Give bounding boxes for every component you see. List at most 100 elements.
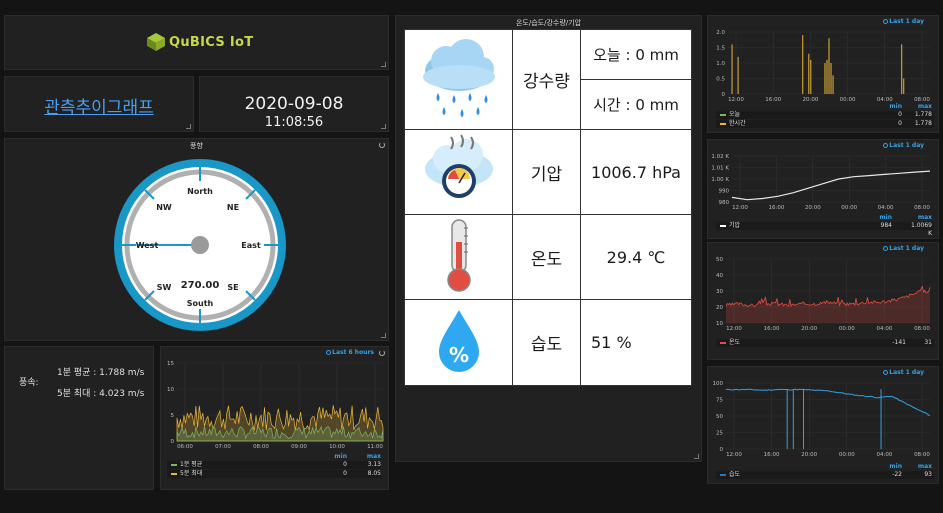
clock-icon: [883, 143, 889, 148]
x-tick-label: 08:00: [914, 205, 930, 211]
rain-chart-svg: 00.51.01.52.012:00 16:00 20:00 00:00 04:00 08…: [716, 30, 930, 103]
legend-item[interactable]: 한시간 0 1.778: [716, 120, 934, 128]
y-tick-label: 990: [719, 189, 730, 195]
datetime-panel: 2020-09-08 11:08:56: [199, 76, 389, 132]
x-tick-label: 16:00: [764, 452, 780, 458]
logo-panel: QuBICS IoT: [4, 15, 389, 70]
x-tick-label: 07:00: [215, 444, 231, 450]
wind-speed-label: 풍속:: [19, 378, 39, 388]
x-tick-label: 12:00: [726, 452, 742, 458]
clock-icon: [883, 246, 889, 251]
trend-graph-link[interactable]: 관측추이그래프: [5, 93, 193, 118]
rain-icon-cell: [404, 29, 513, 130]
rain-label: 강수량: [512, 29, 581, 130]
legend-item[interactable]: 온도 -141 31: [716, 339, 934, 347]
x-tick-label: 20:00: [805, 205, 821, 211]
rain-chart-legend: min max 오늘 0 1.778 한시간 0 1.778: [716, 103, 934, 129]
y-tick-label: 10: [716, 321, 723, 327]
refresh-icon[interactable]: [379, 350, 385, 356]
compass-value: 270.00: [181, 280, 220, 291]
wind-max-5min: 5분 최대 : 4.023 m/s: [57, 389, 145, 399]
humidity-chart-panel: Last 1 day 0 25 50 75 100 12:00 16:00 20:00 00:0…: [707, 366, 939, 484]
humidity-value: 51 %: [580, 299, 692, 386]
x-tick-label: 00:00: [839, 326, 855, 332]
temp-icon-cell: [404, 214, 513, 300]
x-tick-label: 16:00: [764, 326, 780, 332]
weather-table-panel: 온도/습도/강수량/기압 강수량 오늘: 0 mm 시간: 0 mm 기압 …: [395, 15, 702, 462]
svg-text:%: %: [448, 343, 468, 367]
temperature-chart-svg: 10 20 30 40 50 12:00 16:00 20:00 00:00 04:00 08:00: [716, 257, 930, 332]
x-tick-label: 00:00: [841, 205, 857, 211]
legend-item[interactable]: 1분 평균 0 3.13: [167, 461, 381, 469]
humidity-icon-cell: %: [404, 299, 513, 386]
time-range-label[interactable]: Last 1 day: [883, 142, 924, 149]
pressure-line: [731, 170, 931, 201]
y-tick-label: 0: [722, 92, 726, 98]
temperature-chart-panel: Last 1 day 10 20 30 40 50 12:00 16:00 20:00 00:0…: [707, 242, 939, 360]
y-tick-label: 1.5: [716, 46, 725, 52]
x-tick-label: 06:00: [177, 444, 193, 450]
pressure-chart-svg: 980 990 1.00 K 1.01 K 1.02 K 12:00 16:00 20:00 0…: [711, 154, 931, 211]
y-tick-label: 100: [713, 381, 724, 387]
pressure-gauge-icon: [424, 133, 493, 198]
y-tick-label: 30: [716, 289, 723, 295]
x-tick-label: 10:00: [329, 444, 345, 450]
legend-item[interactable]: 기압 984 1.0069 K: [716, 222, 934, 237]
x-tick-label: 04:00: [876, 452, 892, 458]
humidity-line: [725, 388, 931, 416]
refresh-icon[interactable]: [379, 142, 385, 148]
humidity-chart-legend: min max 습도 -22 93: [716, 463, 934, 480]
clock-icon: [883, 370, 889, 375]
pressure-label: 기압: [512, 129, 581, 215]
legend-item[interactable]: 오늘 0 1.778: [716, 111, 934, 119]
y-tick-label: 1.0: [716, 61, 725, 67]
x-tick-label: 20:00: [801, 452, 817, 458]
y-tick-label: 5: [171, 413, 175, 419]
legend-item[interactable]: 5분 최대 0 8.05: [167, 470, 381, 478]
panel-title: 온도/습도/강수량/기압: [515, 19, 582, 27]
y-tick-label: 75: [716, 398, 723, 404]
y-tick-label: 1.02 K: [711, 154, 729, 160]
compass-label-nw: NW: [156, 203, 172, 212]
y-tick-label: 20: [716, 305, 723, 311]
y-tick-label: 50: [716, 414, 723, 420]
y-tick-label: 1.00 K: [711, 177, 729, 183]
time-range-label[interactable]: Last 1 day: [883, 245, 924, 252]
logo-text: QuBICS IoT: [169, 34, 254, 50]
compass-label-se: SE: [227, 283, 238, 292]
rain-hour-value: 시간 : 0 mm: [580, 79, 692, 130]
y-tick-label: 0: [171, 439, 175, 445]
rain-chart-panel: Last 1 day 0 0.5 1.0 1.5 2.0 12:00 16:00 20:00 0…: [707, 15, 939, 133]
y-tick-label: 0: [720, 447, 724, 453]
y-tick-label: 980: [719, 200, 730, 206]
wind-speed-panel: 풍속: 1분 평균 : 1.788 m/s 5분 최대 : 4.023 m/s: [4, 346, 154, 490]
rain-today-value: 오늘 : 0 mm: [580, 29, 692, 80]
wind-chart-svg: 0 5 10 15 06:00 07:00 08:00 09:00 10:00 11:00: [167, 361, 383, 450]
compass-label-east: East: [241, 241, 261, 250]
pressure-value: 1006.7 hPa: [580, 129, 692, 215]
x-tick-label: 04:00: [878, 205, 894, 211]
y-tick-label: 0.5: [716, 77, 725, 83]
time-range-label[interactable]: Last 1 day: [883, 369, 924, 376]
x-tick-label: 11:00: [367, 444, 383, 450]
compass-gauge: North South East West NE NW SE SW 270.00: [114, 159, 286, 331]
pressure-icon-cell: [404, 129, 513, 215]
time-range-label[interactable]: Last 1 day: [883, 18, 924, 25]
x-tick-label: 12:00: [726, 326, 742, 332]
time-range-label[interactable]: Last 6 hours: [326, 349, 374, 356]
legend-item[interactable]: 습도 -22 93: [716, 471, 934, 479]
compass-label-sw: SW: [157, 283, 172, 292]
temperature-chart-legend: 온도 -141 31: [716, 339, 934, 348]
y-tick-label: 50: [716, 257, 723, 263]
thermometer-icon: [446, 219, 471, 292]
weather-table: 강수량 오늘 : 0 mm 시간 : 0 mm 기압 1006.7 hPa 온도…: [404, 29, 692, 386]
y-tick-label: 15: [167, 361, 174, 367]
pressure-chart-panel: Last 1 day 980 990 1.00 K 1.01 K 1.02 K 12:00…: [707, 139, 939, 239]
y-tick-label: 2.0: [716, 30, 725, 36]
clock-icon: [883, 19, 889, 24]
x-tick-label: 16:00: [768, 205, 784, 211]
wind-speed-chart-panel: Last 6 hours 0 5 10 15 06:00 07:00 08:00 09:00 1…: [160, 346, 389, 490]
humidity-chart-svg: 0 25 50 75 100 12:00 16:00 20:00 00:00 04:00 08:00: [713, 381, 931, 458]
cube-icon: [147, 33, 165, 51]
x-tick-label: 09:00: [291, 444, 307, 450]
